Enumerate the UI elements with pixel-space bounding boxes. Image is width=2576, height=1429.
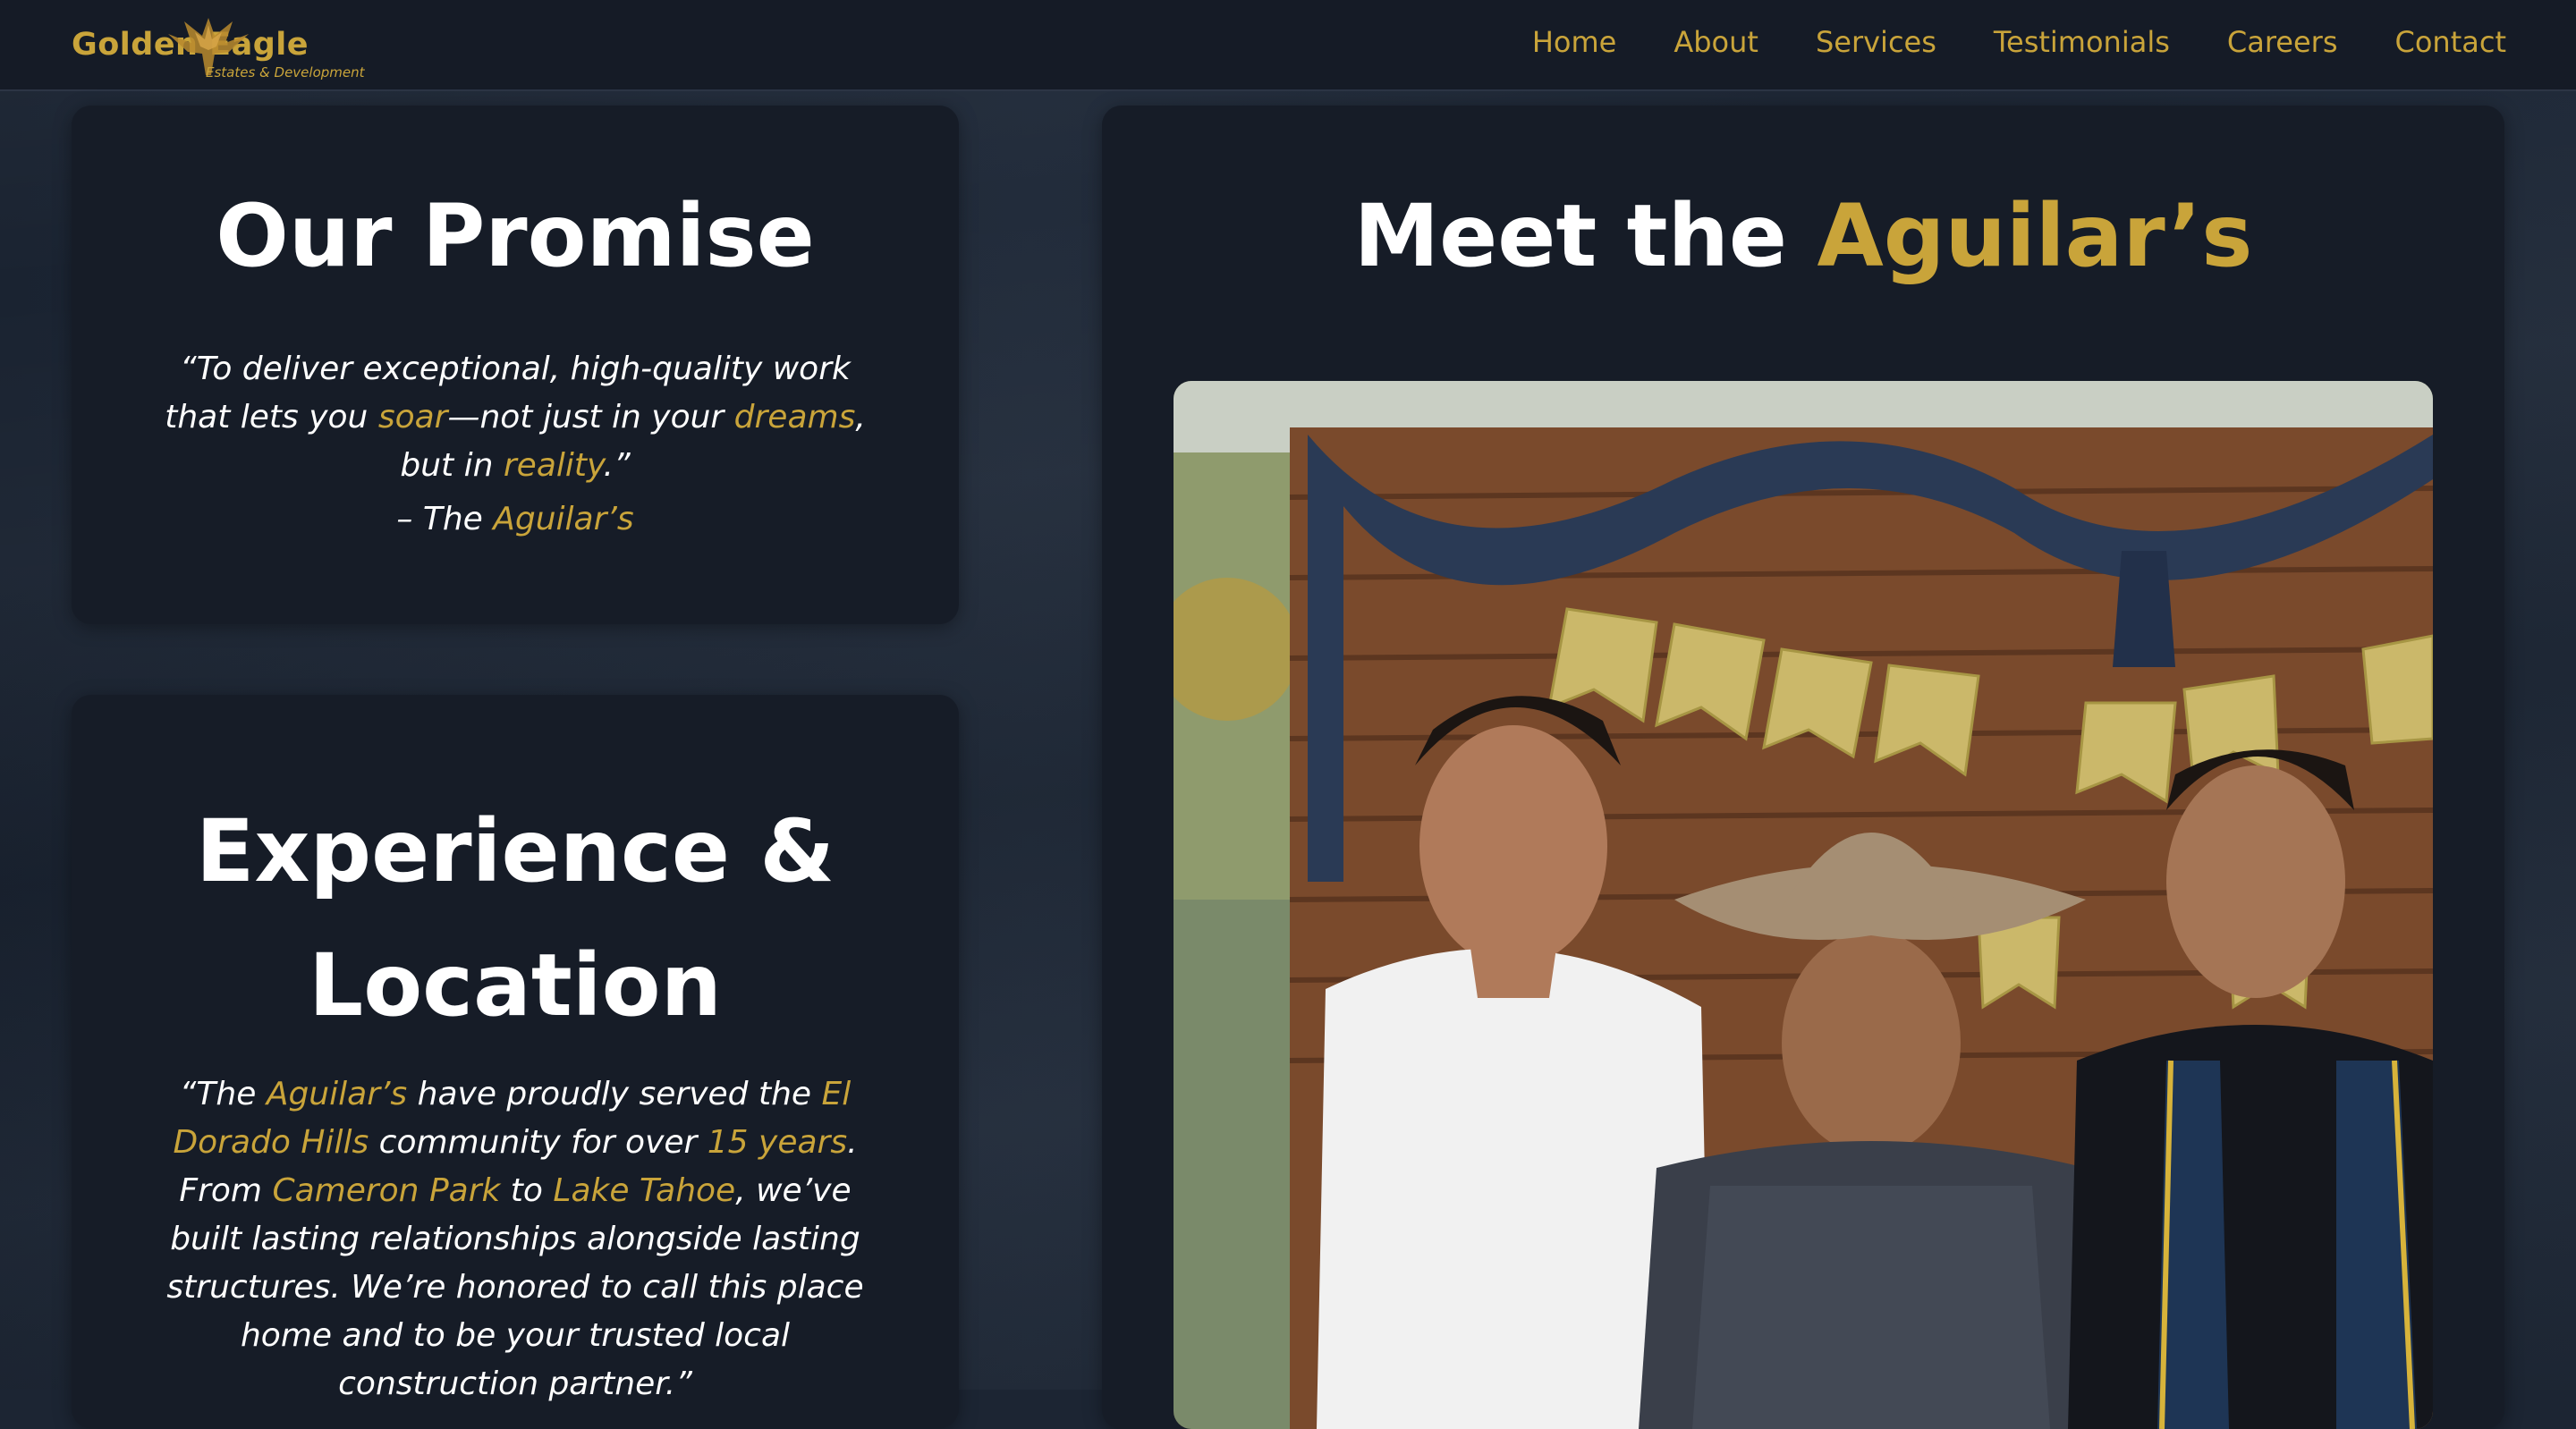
- promise-card: Our Promise “To deliver exceptional, hig…: [72, 106, 959, 624]
- experience-quote: “The Aguilar’s have proudly served the E…: [161, 1070, 869, 1408]
- promise-quote: “To deliver exceptional, high-quality wo…: [161, 345, 869, 490]
- quote-text: —not just in your: [447, 399, 734, 435]
- meet-title-prefix: Meet the: [1353, 186, 1818, 286]
- family-photo: [1174, 381, 2433, 1429]
- nav-item-services[interactable]: Services: [1816, 25, 1936, 59]
- family-photo-illustration: [1174, 381, 2433, 1429]
- nav-item-contact[interactable]: Contact: [2395, 25, 2507, 59]
- meet-title-highlight: Aguilar’s: [1817, 186, 2253, 286]
- quote-text: community for over: [369, 1124, 708, 1161]
- promise-title: Our Promise: [216, 186, 815, 286]
- quote-highlight: Aguilar’s: [266, 1076, 408, 1112]
- promise-attribution: – The Aguilar’s: [72, 501, 959, 537]
- quote-text: .”: [603, 447, 631, 484]
- nav-menu: Home About Services Testimonials Careers…: [1532, 25, 2506, 59]
- meet-card: Meet the Aguilar’s: [1102, 106, 2504, 1429]
- quote-highlight: Cameron Park: [272, 1172, 501, 1209]
- experience-card: Experience & Location “The Aguilar’s hav…: [72, 695, 959, 1428]
- nav-item-home[interactable]: Home: [1532, 25, 1617, 59]
- experience-title-line1: Experience &: [195, 801, 835, 901]
- experience-title: Experience & Location: [72, 784, 959, 1053]
- quote-text: “The: [179, 1076, 267, 1112]
- quote-highlight: 15 years: [707, 1124, 848, 1161]
- attribution-name: Aguilar’s: [493, 501, 634, 537]
- attribution-prefix: – The: [396, 501, 494, 537]
- quote-highlight: soar: [377, 399, 448, 435]
- meet-title: Meet the Aguilar’s: [1102, 186, 2504, 286]
- brand-tagline: Estates & Development: [206, 64, 365, 80]
- nav-item-careers[interactable]: Careers: [2227, 25, 2338, 59]
- nav-item-testimonials[interactable]: Testimonials: [1994, 25, 2170, 59]
- quote-text: to: [500, 1172, 554, 1209]
- quote-highlight: Lake Tahoe: [553, 1172, 736, 1209]
- experience-title-line2: Location: [309, 935, 722, 1036]
- quote-highlight: reality: [503, 447, 604, 484]
- top-navbar: Golden Eagle Estates & Development Home …: [0, 0, 2576, 91]
- nav-item-about[interactable]: About: [1674, 25, 1758, 59]
- brand-logo[interactable]: Golden Eagle Estates & Development: [72, 13, 367, 82]
- quote-highlight: dreams: [733, 399, 856, 435]
- quote-text: have proudly served the: [407, 1076, 822, 1112]
